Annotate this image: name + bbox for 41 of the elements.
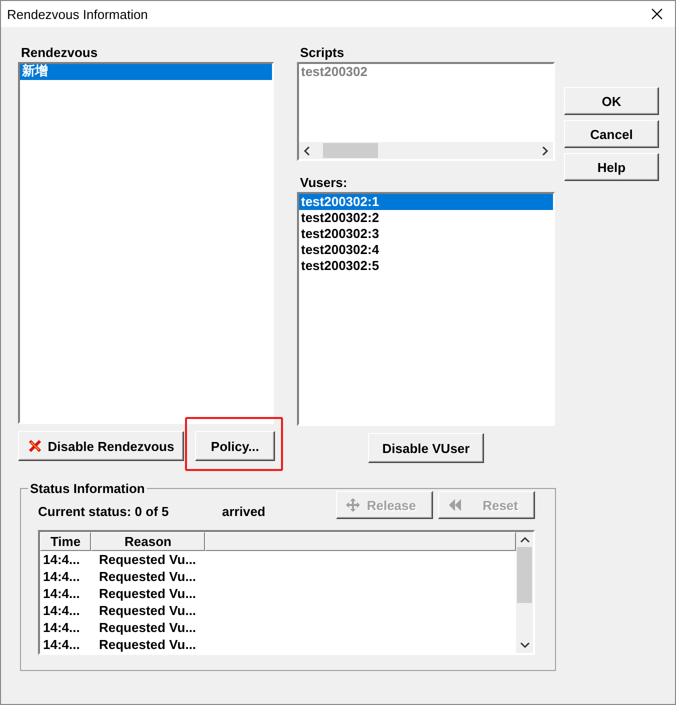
cross-icon <box>28 439 42 453</box>
list-item[interactable]: test200302:5 <box>299 258 553 274</box>
table-cell-text: 14:4... <box>42 552 81 567</box>
table-cell-text: 14:4... <box>42 620 81 635</box>
dialog-button[interactable]: Disable VUser <box>368 433 484 463</box>
table-cell-text: Requested Vu... <box>98 603 198 618</box>
list-item[interactable]: test200302:3 <box>299 226 553 242</box>
status-text: Current status: 0 of 5 <box>38 504 170 518</box>
table-cell-text: 14:4... <box>42 637 81 652</box>
table-cell-text: 14:4... <box>42 569 81 584</box>
move-arrows-icon <box>345 497 361 513</box>
list-label: Vusers: <box>299 175 348 192</box>
table-cell-text: Requested Vu... <box>98 620 198 635</box>
dialog-button[interactable]: Cancel <box>564 120 659 148</box>
dialog-button[interactable]: Policy... <box>195 431 275 461</box>
list-item[interactable]: test200302:4 <box>299 242 553 258</box>
dialog-button[interactable]: Help <box>564 153 659 181</box>
table-cell-text: Requested Vu... <box>98 586 198 601</box>
list-label: Rendezvous <box>20 45 99 62</box>
dialog-button[interactable]: Disable Rendezvous <box>18 431 184 461</box>
close-icon[interactable] <box>651 8 663 20</box>
list-item[interactable]: 新增 <box>20 64 272 80</box>
table-cell-text: Requested Vu... <box>98 552 198 567</box>
vertical-scrollbar[interactable] <box>516 532 533 653</box>
scroll-up-icon[interactable] <box>520 536 530 544</box>
column-header[interactable] <box>205 532 516 551</box>
table-cell-text: Requested Vu... <box>98 637 198 652</box>
list-label: Scripts <box>299 45 346 62</box>
column-header[interactable]: Time <box>40 532 91 551</box>
window-title: Rendezvous Information <box>7 6 148 22</box>
column-header[interactable]: Reason <box>91 532 205 551</box>
table-cell-text: Requested Vu... <box>98 569 198 584</box>
status-text: arrived <box>222 504 266 518</box>
group-title: Status Information <box>29 481 146 496</box>
list-item[interactable]: test200302:1 <box>299 194 553 210</box>
scroll-down-icon[interactable] <box>520 641 530 649</box>
dialog-button[interactable]: OK <box>564 87 659 115</box>
table-cell-text: 14:4... <box>42 603 81 618</box>
rewind-icon <box>447 498 463 512</box>
table-cell-text: 14:4... <box>42 586 81 601</box>
list-item[interactable]: test200302:2 <box>299 210 553 226</box>
